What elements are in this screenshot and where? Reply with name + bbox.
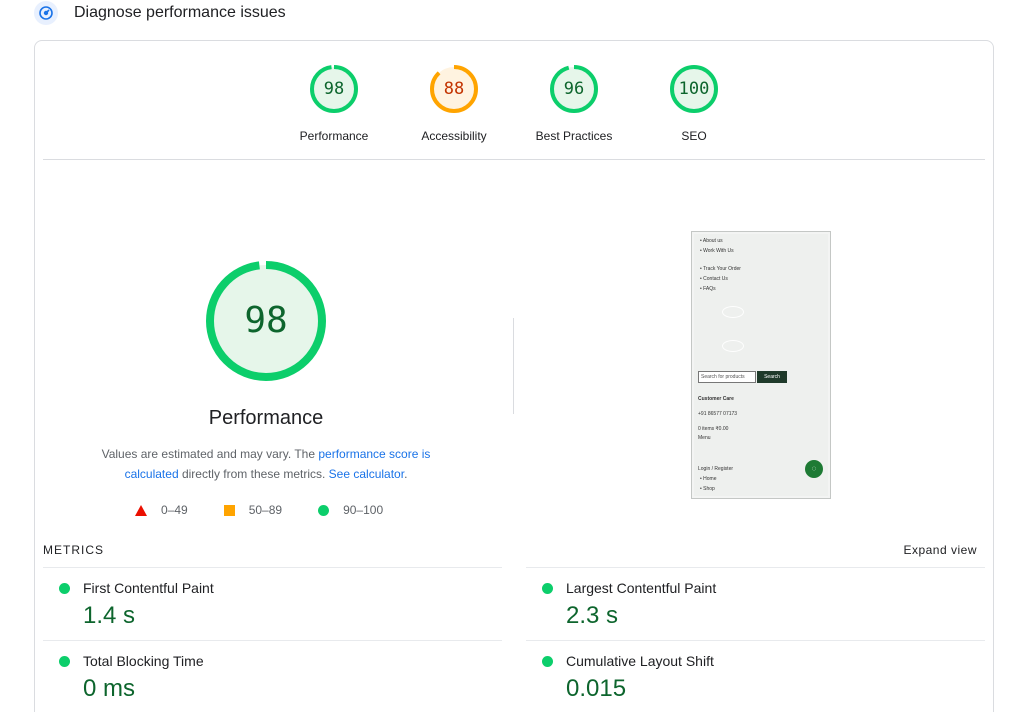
ss-faint-logo xyxy=(722,306,744,318)
ss-menu-item: • Work With Us xyxy=(700,248,734,254)
good-circle-icon xyxy=(542,656,553,667)
gauge-performance[interactable]: 98 Performance xyxy=(274,63,394,143)
metric-label: First Contentful Paint xyxy=(83,580,214,596)
ss-search-input: Search for products xyxy=(698,371,756,383)
legend-label: 50–89 xyxy=(248,503,283,517)
legend-label: 90–100 xyxy=(343,503,384,517)
good-circle-icon xyxy=(59,656,70,667)
speed-icon xyxy=(34,1,58,25)
vertical-divider xyxy=(513,318,514,414)
gauge-best-practices[interactable]: 96 Best Practices xyxy=(514,63,634,143)
see-calculator-link[interactable]: See calculator xyxy=(329,467,404,481)
whatsapp-icon: ◌ xyxy=(805,460,823,478)
ss-menu-item: • Contact Us xyxy=(700,276,728,282)
gauge-label: Performance xyxy=(299,129,369,143)
legend-label: 0–49 xyxy=(161,503,188,517)
gauge-score: 100 xyxy=(678,79,710,99)
expand-view-button[interactable]: Expand view xyxy=(903,543,977,557)
metric-lcp: Largest Contentful Paint 2.3 s xyxy=(526,567,985,641)
ss-nav-item: • Shop xyxy=(700,486,715,492)
gauge-label: Accessibility xyxy=(421,129,487,143)
score-legend: 0–49 50–89 90–100 xyxy=(135,503,419,517)
gauge-seo[interactable]: 100 SEO xyxy=(634,63,754,143)
ss-search-button: Search xyxy=(757,371,787,383)
gauge-label: SEO xyxy=(681,129,707,143)
gauge-score: 96 xyxy=(563,79,585,99)
metric-fcp: First Contentful Paint 1.4 s xyxy=(43,567,502,641)
desc-text: . xyxy=(404,467,408,481)
ss-menu: Menu xyxy=(698,435,711,441)
desc-text: directly from these metrics. xyxy=(178,467,329,481)
gauge-score: 98 xyxy=(323,79,345,99)
metric-value: 2.3 s xyxy=(566,602,619,629)
metric-tbt: Total Blocking Time 0 ms xyxy=(43,640,502,712)
desc-text: Values are estimated and may vary. The xyxy=(101,447,319,461)
performance-description: Values are estimated and may vary. The p… xyxy=(85,444,447,484)
metrics-title: METRICS xyxy=(43,543,104,557)
ss-menu-item: • About us xyxy=(700,238,723,244)
divider xyxy=(43,159,985,160)
metric-value: 0 ms xyxy=(83,675,136,702)
good-circle-icon xyxy=(542,583,553,594)
good-circle-icon xyxy=(59,583,70,594)
circle-icon xyxy=(318,504,330,516)
metric-cls: Cumulative Layout Shift 0.015 xyxy=(526,640,985,712)
section-header: Diagnose performance issues xyxy=(34,0,286,26)
metric-value: 1.4 s xyxy=(83,602,136,629)
ss-menu-item: • FAQs xyxy=(700,286,716,292)
gauge-score: 88 xyxy=(443,79,465,99)
category-gauges: 98 Performance 88 Accessibility 96 Best … xyxy=(35,63,993,143)
performance-title: Performance xyxy=(208,407,324,429)
triangle-icon xyxy=(135,504,147,516)
gauge-label: Best Practices xyxy=(535,129,613,143)
ss-phone: +91 86577 07173 xyxy=(698,411,738,417)
ss-faint-logo xyxy=(722,340,744,352)
legend-average: 50–89 xyxy=(223,503,283,517)
ss-nav-item: • Home xyxy=(700,476,717,482)
metric-label: Largest Contentful Paint xyxy=(566,580,717,596)
ss-login: Login / Register xyxy=(698,466,734,472)
performance-score: 98 xyxy=(244,300,288,341)
ss-cart: 0 items ₹0.00 xyxy=(698,426,729,432)
ss-customer-care: Customer Care xyxy=(698,396,734,402)
gauge-accessibility[interactable]: 88 Accessibility xyxy=(394,63,514,143)
metric-label: Cumulative Layout Shift xyxy=(566,653,714,669)
ss-menu-item: • Track Your Order xyxy=(700,266,741,272)
metric-value: 0.015 xyxy=(566,675,627,702)
metric-label: Total Blocking Time xyxy=(83,653,204,669)
legend-poor: 0–49 xyxy=(135,503,188,517)
legend-good: 90–100 xyxy=(318,503,383,517)
page-screenshot[interactable]: • About us • Work With Us • Track Your O… xyxy=(691,231,831,499)
report-card: 98 Performance 88 Accessibility 96 Best … xyxy=(34,40,994,712)
square-icon xyxy=(223,504,235,516)
section-title: Diagnose performance issues xyxy=(74,4,286,21)
screenshot-content: • About us • Work With Us • Track Your O… xyxy=(694,234,828,496)
